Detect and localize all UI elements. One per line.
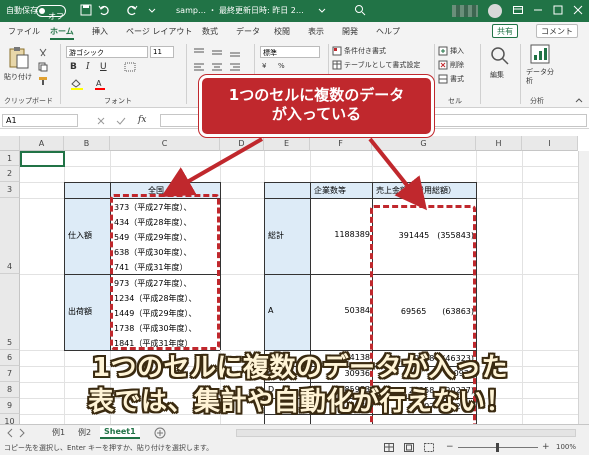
- horizontal-scrollbar[interactable]: [236, 429, 576, 437]
- sheet-tab-rei2[interactable]: 例2: [74, 426, 95, 439]
- arrow-left: [161, 137, 263, 197]
- headline-line-1: 1つのセルに複数のデータが入った: [91, 353, 509, 383]
- callout-line-1: 1つのセルに複数のデータ: [228, 86, 405, 104]
- status-message: コピー先を選択し、Enter キーを押すか、貼り付けを選択します。: [4, 444, 214, 452]
- zoom-out-button[interactable]: −: [446, 442, 454, 452]
- headline-overlay: 1つのセルに複数のデータが入った 表では、集計や自動化が行えない！: [30, 351, 570, 419]
- page-break-view-icon[interactable]: [424, 443, 434, 452]
- scroll-right-icon[interactable]: [18, 428, 26, 438]
- callout-line-2: が入っている: [271, 105, 362, 123]
- sheet-tab-bar: 例1 例2 Sheet1: [0, 424, 589, 440]
- normal-view-icon[interactable]: [384, 443, 394, 452]
- zoom-level[interactable]: 100%: [556, 443, 576, 451]
- zoom-in-button[interactable]: +: [542, 442, 550, 452]
- status-bar: コピー先を選択し、Enter キーを押すか、貼り付けを選択します。 − + 10…: [0, 440, 589, 455]
- arrow-right: [368, 137, 427, 211]
- headline-line-2: 表では、集計や自動化が行えない！: [87, 387, 512, 417]
- page-layout-view-icon[interactable]: [404, 443, 414, 452]
- sheet-tab-rei1[interactable]: 例1: [48, 426, 69, 439]
- zoom-slider-thumb[interactable]: [496, 443, 499, 452]
- sheet-tab-sheet1[interactable]: Sheet1: [100, 426, 140, 439]
- callout-box: 1つのセルに複数のデータ が入っている: [199, 75, 434, 137]
- add-sheet-icon[interactable]: [154, 427, 166, 439]
- scroll-left-icon[interactable]: [6, 428, 14, 438]
